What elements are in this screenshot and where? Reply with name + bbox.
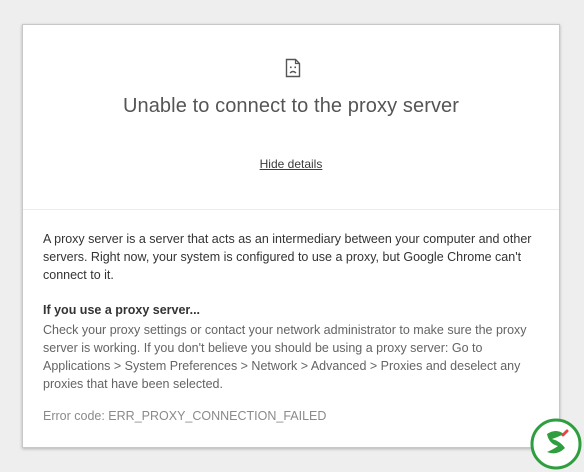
proxy-subheading: If you use a proxy server...: [43, 303, 201, 317]
proxy-advice-text: Check your proxy settings or contact you…: [43, 323, 527, 391]
proxy-explanation-text: A proxy server is a server that acts as …: [43, 232, 532, 282]
details-section: A proxy server is a server that acts as …: [43, 230, 543, 425]
hide-details-container: Hide details: [23, 157, 559, 171]
hide-details-link[interactable]: Hide details: [260, 157, 323, 171]
brand-logo-icon: [530, 418, 582, 470]
page-title: Unable to connect to the proxy server: [122, 95, 460, 117]
error-code-text: Error code: ERR_PROXY_CONNECTION_FAILED: [43, 409, 327, 423]
error-card: Unable to connect to the proxy server Hi…: [22, 24, 560, 448]
sad-page-icon: [285, 58, 301, 78]
error-header: Unable to connect to the proxy server Hi…: [23, 25, 559, 210]
